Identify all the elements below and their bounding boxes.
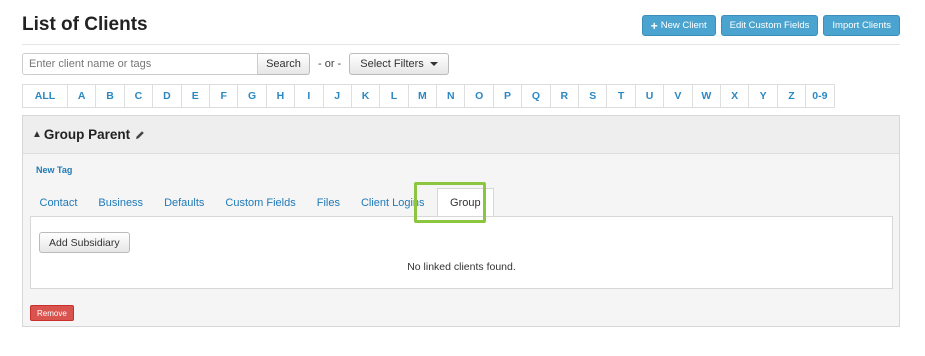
tab-defaults[interactable]: Defaults [154,190,215,216]
alpha-filter-z[interactable]: Z [776,84,807,108]
panel-header: ▲ Group Parent [23,116,899,154]
search-bar: Search - or - Select Filters [22,53,449,75]
alpha-filter-x[interactable]: X [719,84,750,108]
or-separator: - or - [318,58,342,70]
caret-down-icon [429,62,438,66]
alpha-filter-i[interactable]: I [294,84,324,108]
edit-custom-fields-button[interactable]: Edit Custom Fields [720,15,819,36]
alpha-filter-l[interactable]: L [379,84,409,108]
alpha-filter-d[interactable]: D [152,84,182,108]
alpha-filter-k[interactable]: K [350,84,381,108]
alpha-filter-b[interactable]: B [95,84,125,108]
alpha-filter-e[interactable]: E [180,84,210,108]
pencil-icon[interactable] [135,130,145,140]
page-title: List of Clients [22,14,148,35]
alpha-filter-g[interactable]: G [237,84,267,108]
select-filters-label: Select Filters [360,58,424,70]
alpha-filter-t[interactable]: T [606,84,636,108]
alpha-filter-m[interactable]: M [407,84,438,108]
search-button[interactable]: Search [258,53,310,75]
alpha-filter-r[interactable]: R [549,84,580,108]
tab-group[interactable]: Group [437,188,494,216]
chevron-up-icon[interactable]: ▲ [32,129,42,140]
alpha-filter-h[interactable]: H [265,84,296,108]
client-tabs: Contact Business Defaults Custom Fields File… [29,188,494,216]
tab-business[interactable]: Business [88,190,154,216]
new-client-label: New Client [660,20,707,31]
alpha-filter-p[interactable]: P [492,84,523,108]
alphabet-filter: ALL A B C D E F G H I J K L M N O P Q R S T U V W X Y Z 0-9 [22,84,835,108]
alpha-filter-c[interactable]: C [123,84,154,108]
alpha-filter-n[interactable]: N [436,84,466,108]
tab-files[interactable]: Files [306,190,350,216]
select-filters-dropdown[interactable]: Select Filters [349,53,449,75]
alpha-filter-all[interactable]: ALL [22,84,68,108]
group-title: Group Parent [43,127,131,142]
alpha-filter-q[interactable]: Q [521,84,551,108]
new-client-button[interactable]: + New Client [641,15,716,36]
remove-button[interactable]: Remove [30,305,74,321]
alpha-filter-f[interactable]: F [208,84,239,108]
alpha-filter-u[interactable]: U [634,84,665,108]
alpha-filter-j[interactable]: J [322,84,352,108]
add-subsidiary-button[interactable]: Add Subsidiary [39,232,130,253]
alpha-filter-a[interactable]: A [67,84,97,108]
plus-icon: + [650,18,658,33]
new-tag-link[interactable]: New Tag [36,165,72,175]
alpha-filter-v[interactable]: V [663,84,693,108]
alpha-filter-o[interactable]: O [464,84,494,108]
client-group-panel: ▲ Group Parent New Tag Contact Business De… [22,115,900,327]
group-tab-content: Add Subsidiary No linked clients found. [30,216,893,289]
alpha-filter-0-9[interactable]: 0-9 [805,84,835,108]
alpha-filter-s[interactable]: S [578,84,608,108]
header-actions: + New Client Edit Custom Fields Import C… [641,15,900,36]
import-clients-button[interactable]: Import Clients [823,15,900,36]
empty-message: No linked clients found. [407,261,516,273]
client-search-input[interactable] [22,53,258,75]
page-header: List of Clients + New Client Edit Custom… [22,0,900,45]
tab-client-logins[interactable]: Client Logins [350,190,435,216]
tab-custom-fields[interactable]: Custom Fields [215,190,306,216]
alpha-filter-w[interactable]: W [691,84,721,108]
alpha-filter-y[interactable]: Y [748,84,778,108]
tab-contact[interactable]: Contact [29,190,88,216]
